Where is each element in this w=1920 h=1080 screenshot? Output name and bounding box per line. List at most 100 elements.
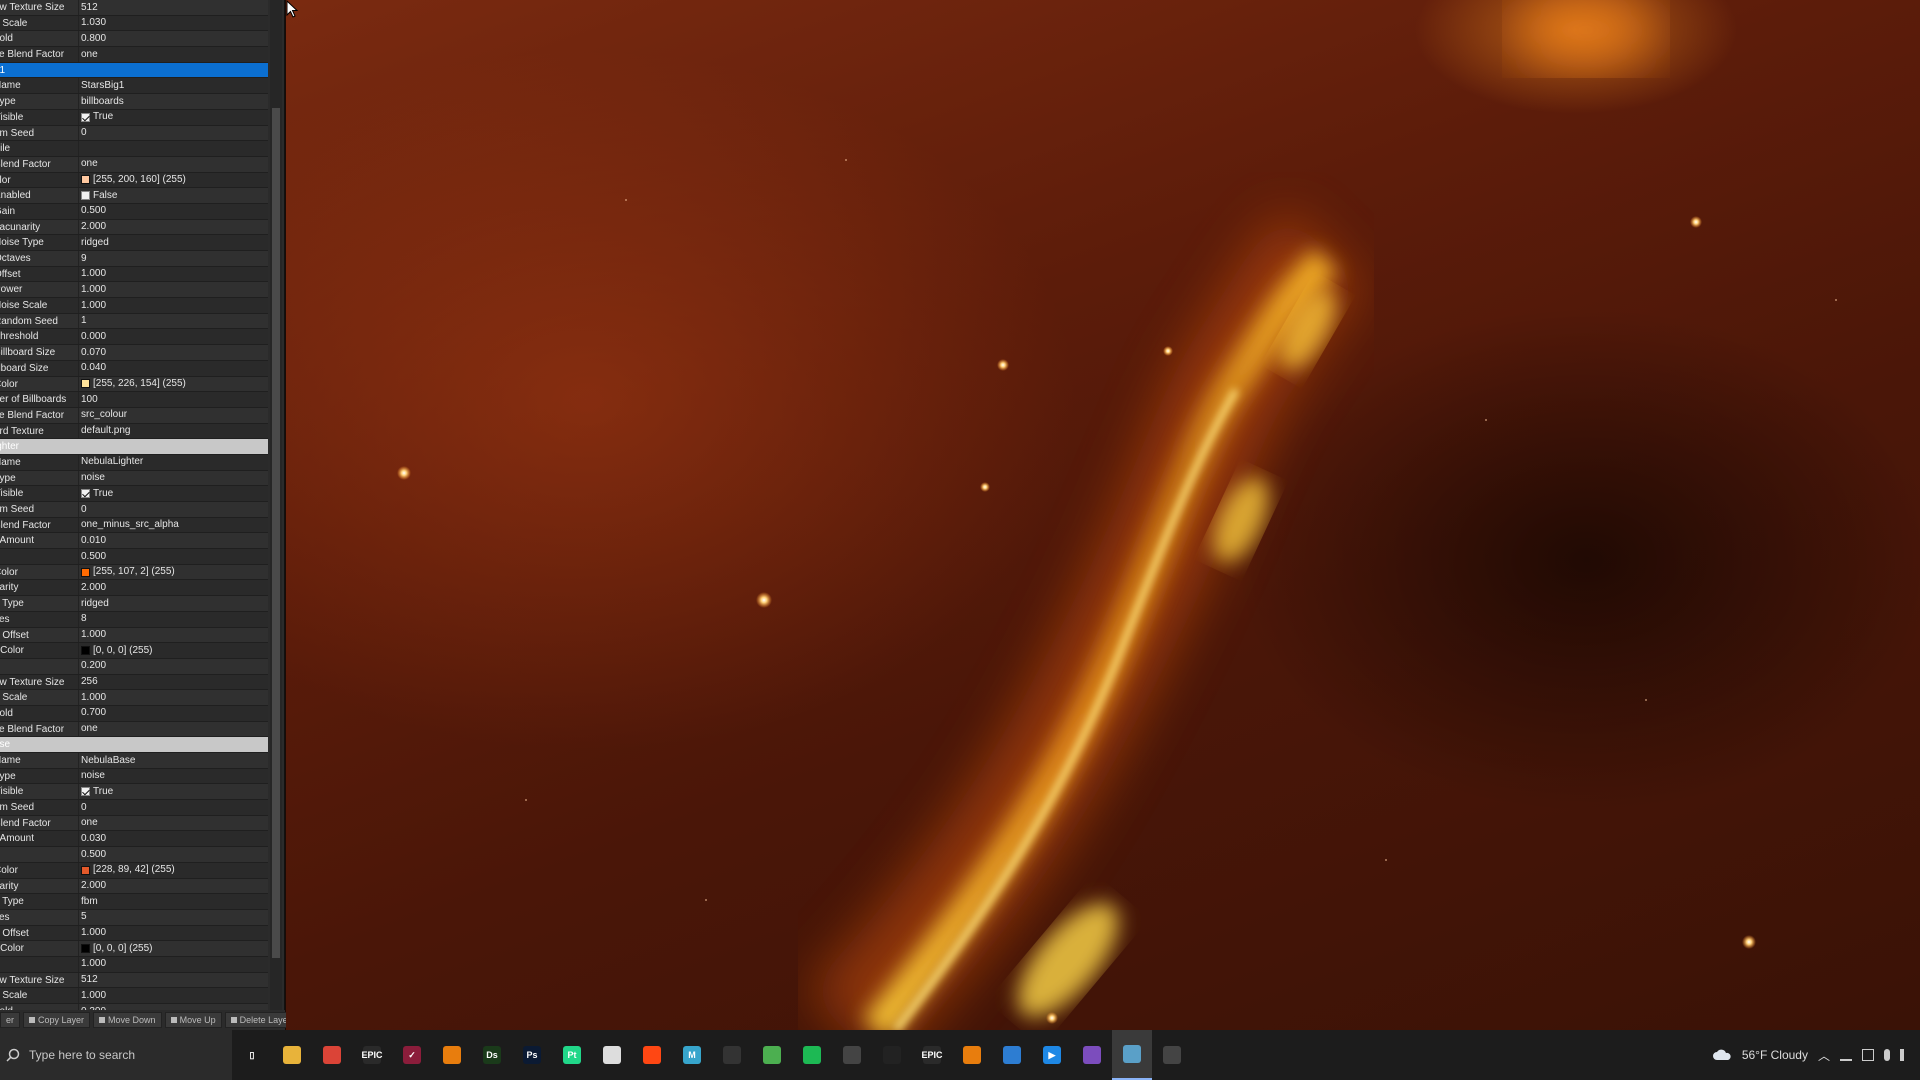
property-row[interactable]: Type noise	[0, 470, 268, 487]
property-value[interactable]: 1.000	[78, 298, 268, 313]
property-value[interactable]: NebulaLighter	[78, 454, 268, 470]
taskbar-app-inkscape[interactable]	[592, 1030, 632, 1080]
property-value[interactable]: 0.500	[78, 203, 268, 219]
property-row[interactable]: illboard Size 0.040	[0, 360, 268, 377]
property-row[interactable]: Blend Factor one	[0, 156, 268, 173]
microphone-icon[interactable]	[1884, 1049, 1890, 1061]
property-row[interactable]: ce Blend Factor src_colour	[0, 407, 268, 424]
property-row[interactable]: e Offset 1.000	[0, 627, 268, 644]
color-swatch[interactable]	[81, 944, 90, 954]
property-value[interactable]: 0	[78, 800, 268, 815]
property-value[interactable]: 0	[78, 125, 268, 141]
taskbar-app-epic-games-2[interactable]: EPIC	[912, 1030, 952, 1080]
taskbar-app-dimension[interactable]: Ds	[472, 1030, 512, 1080]
property-row[interactable]: r Color [0, 0, 0] (255)	[0, 643, 268, 659]
property-value[interactable]: 0.030	[78, 831, 268, 847]
property-value[interactable]: 256	[78, 674, 268, 690]
taskbar-app-affinity[interactable]: ✓	[392, 1030, 432, 1080]
property-row[interactable]: narity 2.000	[0, 878, 268, 895]
property-value[interactable]: 0.000	[78, 329, 268, 345]
property-value[interactable]: 512	[78, 0, 268, 15]
move-down-button[interactable]: Move Down	[93, 1012, 162, 1028]
property-value[interactable]: noise	[78, 470, 268, 486]
property-row[interactable]: ew Texture Size 512	[0, 0, 268, 16]
partial-layer-button[interactable]: er	[0, 1012, 21, 1028]
property-row[interactable]: olor [255, 200, 160] (255)	[0, 172, 268, 189]
property-row[interactable]: r Amount 0.030	[0, 831, 268, 848]
property-value[interactable]: src_colour	[78, 407, 268, 423]
taskbar-app-visual-studio[interactable]	[1072, 1030, 1112, 1080]
property-value[interactable]: 0.500	[78, 847, 268, 862]
property-value[interactable]: 5	[78, 909, 268, 925]
property-row[interactable]: e Type fbm	[0, 894, 268, 910]
property-value[interactable]: NebulaBase	[78, 753, 268, 768]
property-row[interactable]: Noise Scale 1.000	[0, 298, 268, 314]
property-row[interactable]: narity 2.000	[0, 580, 268, 597]
checkbox[interactable]	[81, 191, 90, 201]
taskbar-app-spotify[interactable]	[792, 1030, 832, 1080]
property-value[interactable]	[78, 141, 268, 156]
taskbar-app-photos[interactable]	[992, 1030, 1032, 1080]
taskbar-app-pycharm[interactable]: Pt	[552, 1030, 592, 1080]
property-value[interactable]: [255, 226, 154] (255)	[78, 376, 268, 392]
property-row[interactable]: e Scale 1.000	[0, 690, 268, 706]
checkbox[interactable]	[81, 787, 90, 797]
property-value[interactable]: 0.700	[78, 705, 268, 721]
property-value[interactable]: ridged	[78, 596, 268, 611]
property-value[interactable]: [0, 0, 0] (255)	[78, 643, 268, 658]
property-row[interactable]: Color [255, 226, 154] (255)	[0, 376, 268, 393]
property-value[interactable]: one	[78, 815, 268, 831]
property-value[interactable]: False	[78, 188, 268, 203]
property-row[interactable]: e Scale 1.030	[0, 15, 268, 32]
taskbar-app-browser[interactable]	[752, 1030, 792, 1080]
property-value[interactable]: 1.000	[78, 956, 268, 972]
property-value[interactable]: ridged	[78, 235, 268, 250]
property-value[interactable]: one	[78, 721, 268, 737]
color-swatch[interactable]	[81, 567, 90, 577]
property-row[interactable]: e Type ridged	[0, 596, 268, 612]
property-value[interactable]: 512	[78, 972, 268, 988]
property-row[interactable]: om Seed 0	[0, 125, 268, 142]
property-row[interactable]: Random Seed 1	[0, 313, 268, 330]
taskbar-app-photoshop[interactable]: Ps	[512, 1030, 552, 1080]
taskbar-app-app-window[interactable]	[1112, 1030, 1152, 1080]
property-row[interactable]: r1.000	[0, 956, 268, 973]
taskbar-app-epic-games[interactable]: EPIC	[352, 1030, 392, 1080]
property-value[interactable]: 9	[78, 251, 268, 266]
property-value[interactable]: [228, 89, 42] (255)	[78, 862, 268, 878]
property-row[interactable]: Enabled False	[0, 188, 268, 204]
color-swatch[interactable]	[81, 646, 90, 656]
property-row[interactable]: r Color [0, 0, 0] (255)	[0, 941, 268, 957]
property-value[interactable]: noise	[78, 768, 268, 784]
network-icon[interactable]	[1840, 1049, 1852, 1061]
color-swatch[interactable]	[81, 379, 90, 389]
property-value[interactable]: one_minus_src_alpha	[78, 517, 268, 533]
property-row[interactable]: Visible True	[0, 109, 268, 126]
taskbar-app-unreal[interactable]	[872, 1030, 912, 1080]
property-row[interactable]: e Scale 1.000	[0, 988, 268, 1004]
property-value[interactable]: 2.000	[78, 580, 268, 596]
property-value[interactable]: True	[78, 486, 268, 501]
taskbar-app-unity[interactable]	[712, 1030, 752, 1080]
property-row[interactable]: Gain 0.500	[0, 203, 268, 220]
color-swatch[interactable]	[81, 865, 90, 875]
property-row[interactable]: Visible True	[0, 486, 268, 502]
property-row[interactable]: Offset 1.000	[0, 266, 268, 283]
property-row[interactable]: Blend Factor one_minus_src_alpha	[0, 517, 268, 534]
move-up-button[interactable]: Move Up	[164, 1012, 222, 1028]
property-value[interactable]: 1.030	[78, 15, 268, 31]
property-value[interactable]: 0.010	[78, 533, 268, 549]
property-row[interactable]: Threshold 0.000	[0, 329, 268, 346]
property-row[interactable]: ber of Billboards 100	[0, 392, 268, 408]
property-row[interactable]: e Offset 1.000	[0, 925, 268, 942]
copy-layer-button[interactable]: Copy Layer	[23, 1012, 91, 1028]
nebula-render-viewport[interactable]	[286, 0, 1920, 1030]
property-value[interactable]: [255, 200, 160] (255)	[78, 172, 268, 188]
property-value[interactable]: 1.000	[78, 627, 268, 643]
scrollbar-thumb[interactable]	[272, 108, 280, 958]
property-row[interactable]: ce Blend Factor one	[0, 47, 268, 63]
display-icon[interactable]	[1862, 1049, 1874, 1061]
property-value[interactable]: [0, 0, 0] (255)	[78, 941, 268, 956]
property-row[interactable]: Blend Factor one	[0, 815, 268, 832]
property-row[interactable]: Color [228, 89, 42] (255)	[0, 862, 268, 879]
